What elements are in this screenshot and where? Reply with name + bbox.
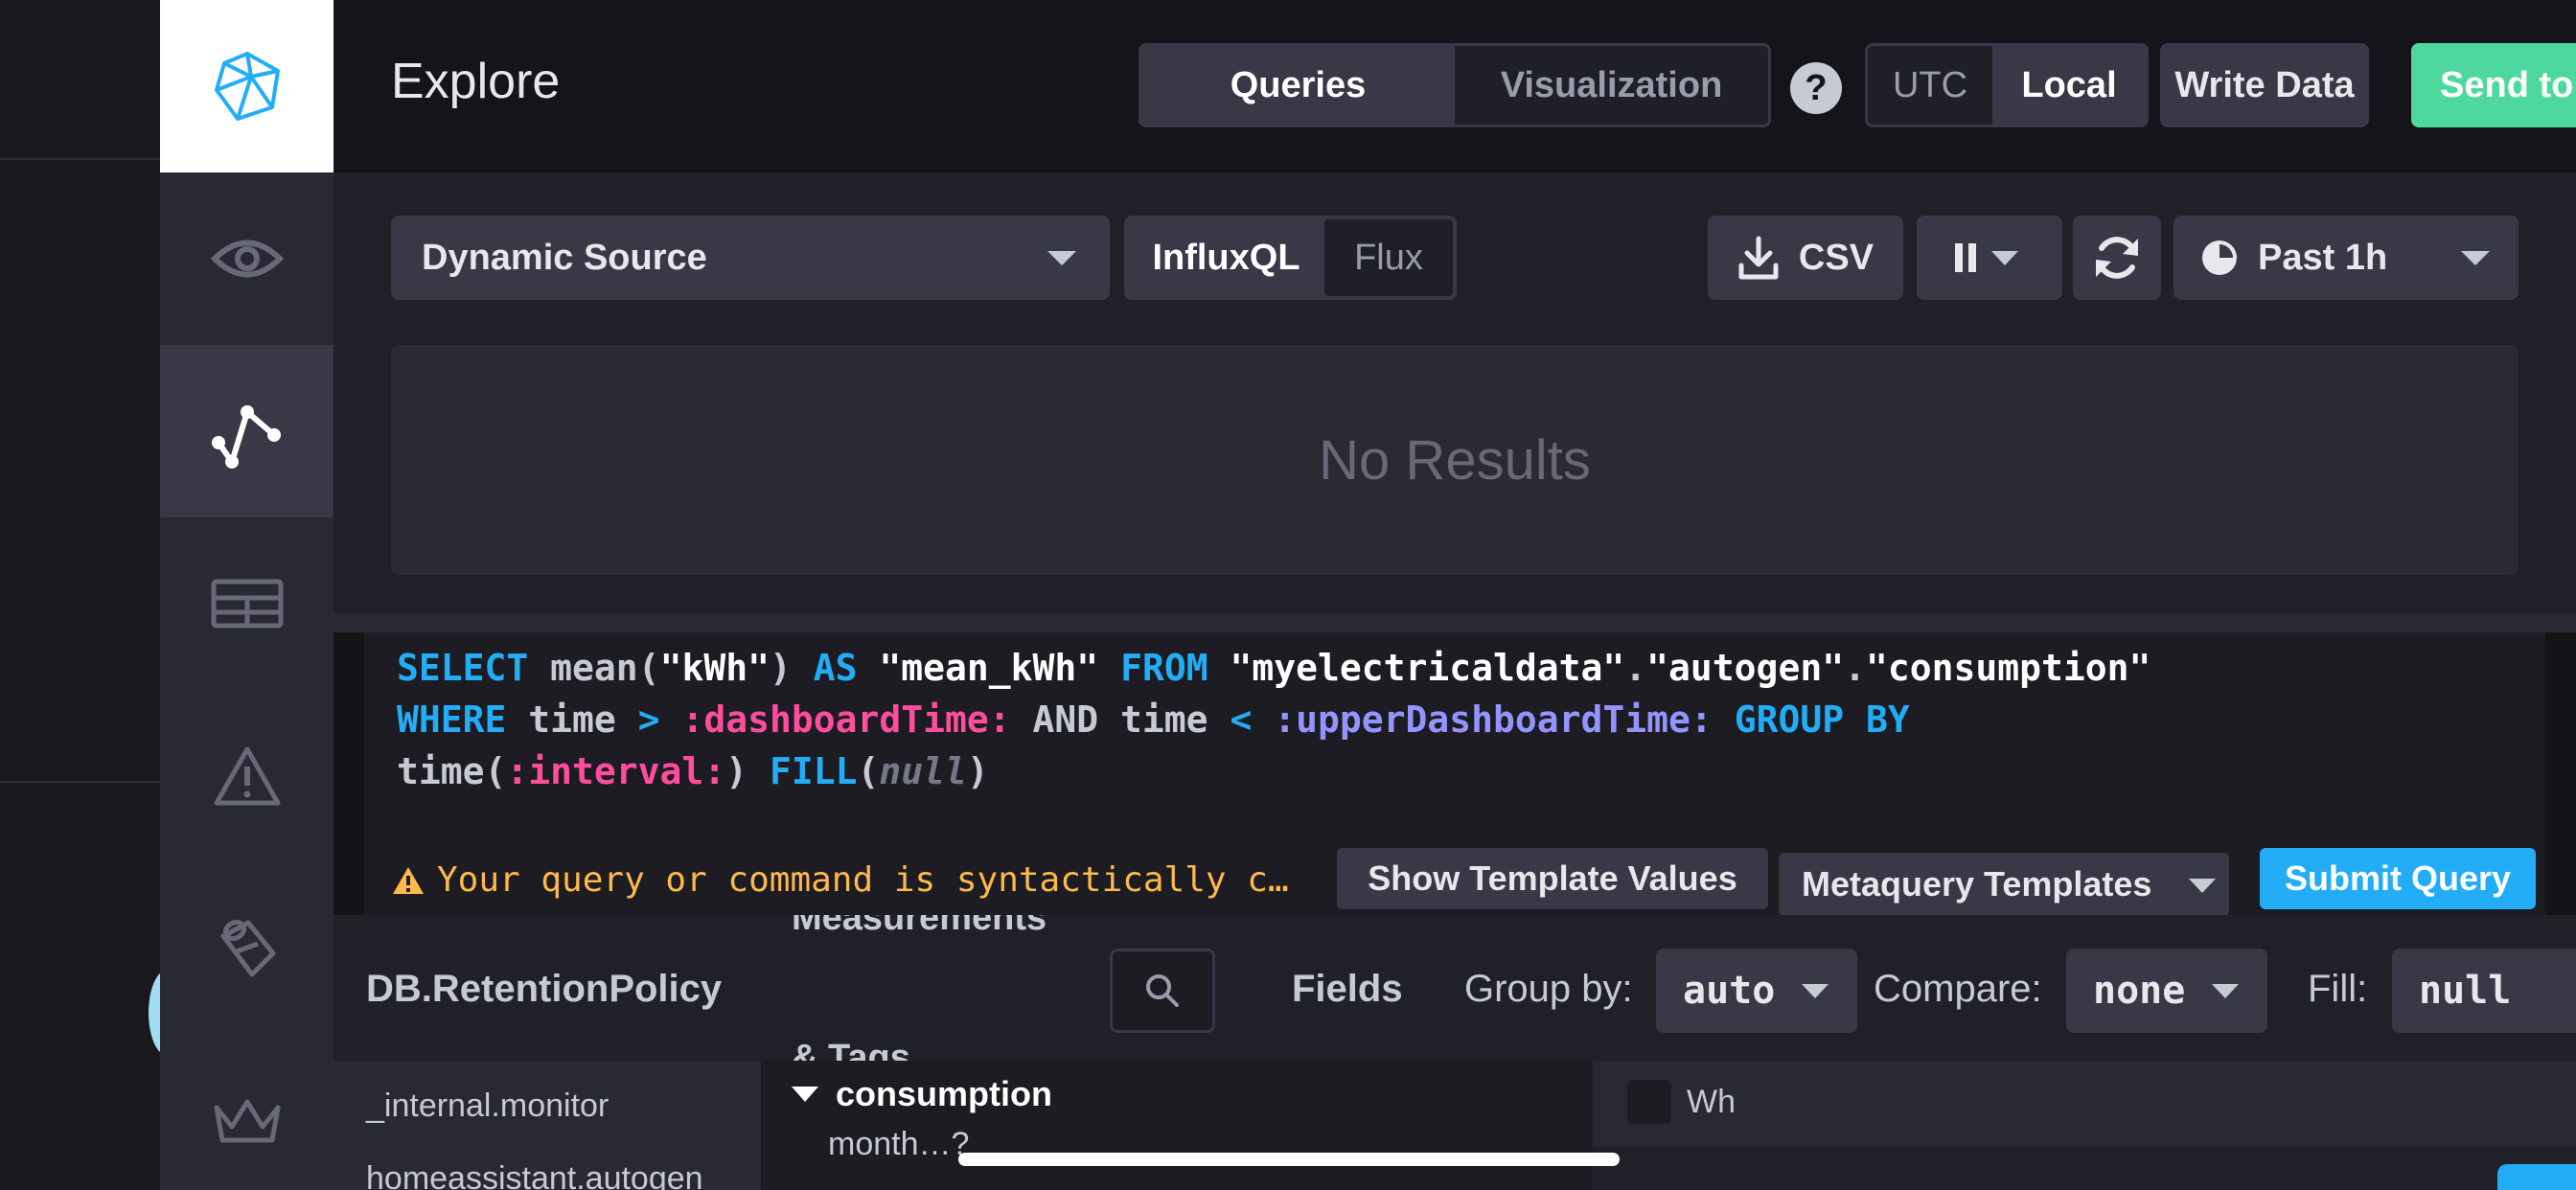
view-tab-group: Queries Visualization bbox=[1138, 43, 1771, 127]
send-to-dashboard-button[interactable]: Send to bbox=[2411, 43, 2576, 127]
sidebar-item-alerting[interactable] bbox=[160, 690, 334, 862]
crown-icon bbox=[214, 1099, 280, 1143]
tab-queries[interactable]: Queries bbox=[1141, 46, 1455, 125]
chronograf-logo[interactable] bbox=[160, 0, 334, 172]
page-title: Explore bbox=[391, 54, 561, 109]
chevron-down-icon bbox=[1991, 251, 2018, 265]
query-language-toggle: InfluxQL Flux bbox=[1124, 216, 1457, 300]
refresh-icon bbox=[2096, 237, 2138, 279]
list-item[interactable]: homeassistant.autogen bbox=[366, 1160, 703, 1190]
fill-label: Fill: bbox=[2308, 968, 2368, 1010]
tab-visualization[interactable]: Visualization bbox=[1455, 46, 1768, 125]
list-item[interactable]: _internal.monitor bbox=[366, 1087, 609, 1125]
graph-icon bbox=[211, 405, 281, 469]
compare-value: none bbox=[2093, 969, 2186, 1013]
measurement-search-button[interactable] bbox=[1110, 949, 1215, 1033]
chevron-down-icon bbox=[2189, 879, 2216, 893]
left-app-strip bbox=[0, 0, 160, 1190]
compare-label: Compare: bbox=[1874, 968, 2042, 1010]
csv-label: CSV bbox=[1798, 237, 1874, 278]
home-indicator[interactable] bbox=[958, 1153, 1620, 1166]
download-icon bbox=[1738, 236, 1779, 280]
search-icon bbox=[1146, 974, 1179, 1007]
source-label: Dynamic Source bbox=[422, 237, 707, 278]
compare-dropdown[interactable]: none bbox=[2066, 949, 2267, 1033]
source-dropdown[interactable]: Dynamic Source bbox=[391, 216, 1110, 300]
metaquery-label: Metaquery Templates bbox=[1802, 864, 2152, 904]
group-by-dropdown[interactable]: auto bbox=[1656, 949, 1857, 1033]
function-badge[interactable] bbox=[2497, 1164, 2576, 1190]
query-editor[interactable]: SELECT mean("kWh") AS "mean_kWh" FROM "m… bbox=[364, 632, 2545, 916]
query-status-text: Your query or command is syntactically c… bbox=[437, 860, 1289, 900]
group-by-value: auto bbox=[1683, 969, 1776, 1013]
expand-triangle-icon bbox=[792, 1087, 818, 1102]
chevron-down-icon bbox=[2212, 984, 2239, 998]
results-panel: No Results bbox=[391, 345, 2518, 575]
timezone-utc[interactable]: UTC bbox=[1868, 46, 1992, 125]
chevron-down-icon bbox=[1802, 984, 1828, 998]
eye-icon bbox=[210, 240, 284, 278]
dashboard-grid-icon bbox=[211, 579, 283, 629]
no-results-message: No Results bbox=[1319, 428, 1591, 492]
timezone-toggle: UTC Local bbox=[1865, 43, 2149, 127]
lang-influxql[interactable]: InfluxQL bbox=[1128, 219, 1324, 296]
group-by-label: Group by: bbox=[1464, 968, 1633, 1010]
chevron-down-icon bbox=[1047, 251, 1076, 265]
timezone-local[interactable]: Local bbox=[1992, 46, 2146, 125]
submit-query-button[interactable]: Submit Query bbox=[2260, 848, 2536, 909]
database-list: _internal.monitor homeassistant.autogen bbox=[334, 1061, 761, 1190]
field-list: Wh bbox=[1593, 1061, 2576, 1190]
measurements-heading: Measurements bbox=[792, 915, 1047, 938]
alert-triangle-icon bbox=[214, 746, 280, 806]
table-row bbox=[1593, 1147, 2576, 1190]
resize-handle[interactable] bbox=[334, 613, 2576, 632]
query-status: Your query or command is syntactically c… bbox=[391, 860, 1289, 900]
help-icon[interactable]: ? bbox=[1790, 62, 1842, 114]
clock-icon bbox=[2202, 240, 2237, 275]
lang-flux[interactable]: Flux bbox=[1324, 219, 1453, 296]
sidebar-item-dashboards[interactable] bbox=[160, 517, 334, 690]
metaquery-templates-dropdown[interactable]: Metaquery Templates bbox=[1779, 853, 2229, 916]
field-label: Wh bbox=[1687, 1084, 1736, 1120]
measurement-list: consumption month…? bbox=[761, 1061, 1593, 1190]
csv-download-button[interactable]: CSV bbox=[1708, 216, 1903, 300]
sidebar-item-host-list[interactable] bbox=[160, 172, 334, 345]
tag-item[interactable]: month…? bbox=[828, 1126, 969, 1163]
page-header: Explore Queries Visualization ? UTC Loca… bbox=[334, 0, 2576, 172]
schema-explorer: Measurements & Tags DB.RetentionPolicy F… bbox=[334, 915, 2576, 1190]
logo-icon bbox=[214, 52, 280, 121]
query-status-bar: Your query or command is syntactically c… bbox=[364, 834, 2545, 916]
measurement-label: consumption bbox=[836, 1074, 1052, 1113]
chevron-down-icon bbox=[2461, 251, 2490, 265]
db-retention-heading: DB.RetentionPolicy bbox=[366, 968, 723, 1010]
sidebar-item-admin[interactable] bbox=[160, 1035, 334, 1190]
fields-heading: Fields bbox=[1292, 968, 1403, 1010]
fill-dropdown[interactable]: null bbox=[2392, 949, 2576, 1033]
tags-heading: & Tags bbox=[792, 1038, 910, 1063]
refresh-button[interactable] bbox=[2073, 216, 2161, 300]
field-checkbox[interactable] bbox=[1627, 1080, 1671, 1124]
query-text[interactable]: SELECT mean("kWh") AS "mean_kWh" FROM "m… bbox=[397, 642, 2150, 797]
time-range-label: Past 1h bbox=[2258, 237, 2388, 278]
pause-icon bbox=[1955, 243, 1963, 272]
sidebar-item-log-viewer[interactable] bbox=[160, 862, 334, 1035]
sidebar-item-explore[interactable] bbox=[160, 345, 334, 517]
write-data-button[interactable]: Write Data bbox=[2160, 43, 2369, 127]
show-template-values-button[interactable]: Show Template Values bbox=[1337, 848, 1768, 909]
autorefresh-dropdown[interactable] bbox=[1917, 216, 2062, 300]
measurement-item-consumption[interactable]: consumption bbox=[792, 1074, 1052, 1114]
query-toolbar: Dynamic Source InfluxQL Flux CSV Past 1h… bbox=[334, 172, 2576, 613]
sidebar-nav bbox=[160, 0, 334, 1190]
time-range-dropdown[interactable]: Past 1h bbox=[2174, 216, 2518, 300]
warning-icon bbox=[393, 866, 424, 894]
fill-value: null bbox=[2419, 969, 2512, 1013]
wood-log-icon bbox=[220, 919, 275, 977]
